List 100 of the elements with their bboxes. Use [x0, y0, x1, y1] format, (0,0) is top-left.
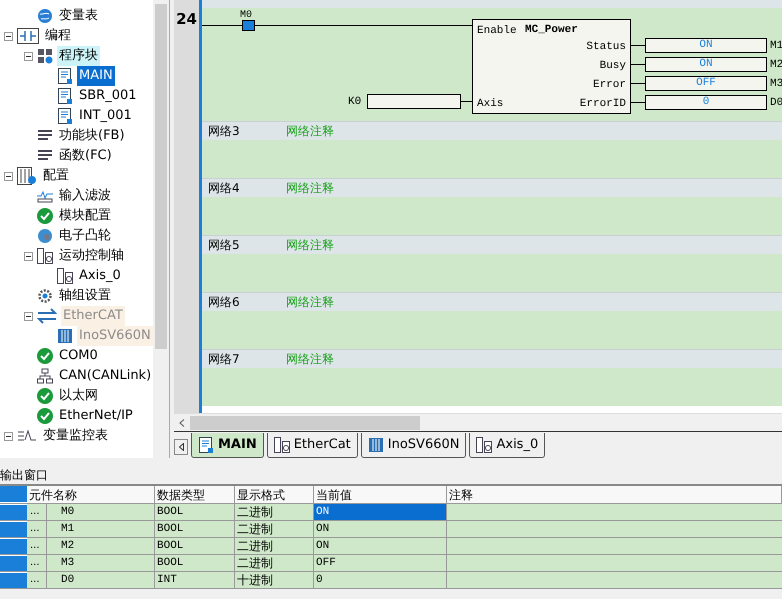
check-icon — [37, 388, 53, 404]
more-button[interactable]: ... — [27, 555, 47, 571]
blocks-icon — [37, 48, 53, 64]
tree-item[interactable]: 电子凸轮 — [57, 226, 113, 246]
table-cell[interactable]: ON — [314, 538, 447, 554]
column-header[interactable]: 元件名称 — [27, 486, 155, 503]
tab-scroll-button[interactable] — [174, 439, 188, 455]
tree-item[interactable]: 配置 — [41, 166, 71, 186]
table-cell[interactable]: OFF — [314, 555, 447, 571]
row-marker[interactable] — [0, 486, 27, 503]
motor-icon — [274, 437, 290, 453]
column-header[interactable]: 注释 — [447, 486, 782, 503]
pin-label: ErrorID — [580, 97, 626, 112]
tree-item[interactable]: COM0 — [57, 346, 100, 366]
caret-icon — [178, 443, 184, 451]
scrollbar[interactable] — [190, 416, 420, 430]
column-header[interactable]: 数据类型 — [155, 486, 235, 503]
tree-item[interactable]: SBR_001 — [77, 86, 139, 106]
editor-tab[interactable]: Axis_0 — [469, 433, 546, 458]
tree-item[interactable]: 编程 — [43, 26, 73, 46]
more-button[interactable]: ... — [27, 538, 47, 554]
collapse-toggle[interactable] — [24, 52, 33, 60]
column-header[interactable]: 当前值 — [314, 486, 447, 503]
panel-title: 输出窗口 — [0, 467, 49, 484]
table-cell[interactable]: ON — [314, 504, 447, 520]
network-title: 网络6 — [207, 294, 241, 311]
row-marker[interactable] — [0, 538, 27, 554]
table-cell-text: M0 — [60, 505, 74, 520]
collapse-toggle[interactable] — [24, 252, 33, 260]
pin-label: Enable — [477, 24, 517, 39]
tree-item[interactable]: 变量监控表 — [41, 426, 110, 446]
gear-icon — [37, 288, 53, 304]
ladder-icon — [17, 28, 39, 44]
table-cell: BOOL — [155, 521, 235, 537]
table-cell: 二进制 — [235, 521, 314, 537]
tree-item[interactable]: Axis_0 — [77, 266, 123, 286]
table-cell: 十进制 — [235, 572, 314, 588]
tree-item[interactable]: CAN(CANLink) — [57, 366, 153, 386]
table-cell-text: M1 — [60, 522, 74, 537]
tree-item[interactable]: INT_001 — [77, 106, 134, 126]
network-comment: 网络注释 — [286, 351, 334, 368]
document-icon — [57, 68, 73, 84]
tree-item[interactable]: EtherNet/IP — [57, 406, 135, 426]
table-cell[interactable]: 0 — [314, 572, 447, 588]
network-title: 网络4 — [207, 180, 241, 197]
editor-tab[interactable]: EtherCat — [266, 433, 358, 458]
table-cell: BOOL — [155, 538, 235, 554]
tree-item[interactable]: 变量表 — [57, 6, 100, 26]
sliders-icon — [17, 167, 37, 185]
pin-label: Busy — [600, 59, 626, 74]
collapse-toggle[interactable] — [4, 432, 13, 440]
line-number: 24 — [176, 9, 197, 28]
editor-tab[interactable]: MAIN — [191, 433, 264, 458]
table-cell[interactable]: ON — [314, 521, 447, 537]
more-button[interactable]: ... — [27, 504, 47, 520]
more-button[interactable]: ... — [27, 572, 47, 588]
table-cell-text: M2 — [60, 539, 74, 554]
tree-item[interactable]: MAIN — [77, 66, 115, 86]
contact-label: M0 — [240, 9, 252, 23]
network-comment: 网络注释 — [286, 123, 334, 140]
editor-tab[interactable]: InoSV660N — [360, 433, 466, 458]
block-name: MC_Power — [525, 23, 578, 38]
tree-item[interactable]: 以太网 — [57, 386, 100, 406]
wave-icon — [37, 188, 53, 204]
tree-item[interactable]: 函数(FC) — [57, 146, 114, 166]
collapse-toggle[interactable] — [4, 32, 13, 40]
network-title: 网络3 — [207, 123, 241, 140]
pin-label: Axis — [477, 97, 504, 112]
table-cell: 二进制 — [235, 538, 314, 554]
table-cell-text: D0 — [60, 573, 74, 588]
tree-item[interactable]: 程序块 — [57, 46, 100, 66]
tree-item[interactable]: 运动控制轴 — [57, 246, 126, 266]
row-marker[interactable] — [0, 504, 27, 520]
variable-label: K0 — [348, 95, 362, 110]
network-title: 网络7 — [207, 351, 241, 368]
document-icon — [198, 437, 214, 453]
input-field[interactable] — [367, 94, 461, 109]
network-comment: 网络注释 — [286, 180, 334, 197]
drive-icon — [368, 437, 384, 453]
motor-icon — [476, 437, 492, 453]
cam-icon — [37, 228, 53, 244]
table-cell: BOOL — [155, 504, 235, 520]
tree-item[interactable]: 轴组设置 — [57, 286, 113, 306]
check-icon — [37, 348, 53, 364]
more-button[interactable]: ... — [27, 521, 47, 537]
row-marker[interactable] — [0, 572, 27, 588]
tree-item[interactable]: 模块配置 — [57, 206, 113, 226]
column-header[interactable]: 显示格式 — [235, 486, 314, 503]
output-value: 0 — [645, 95, 767, 110]
scroll-left-icon[interactable] — [179, 418, 185, 426]
collapse-toggle[interactable] — [4, 172, 13, 180]
tree-item[interactable]: 功能块(FB) — [57, 126, 127, 146]
scrollbar[interactable] — [153, 0, 169, 458]
row-marker[interactable] — [0, 521, 27, 537]
contact[interactable] — [242, 20, 255, 31]
globe-icon — [37, 8, 53, 24]
table-cell: 二进制 — [235, 555, 314, 571]
row-marker[interactable] — [0, 555, 27, 571]
pin-label: Error — [592, 78, 626, 93]
tree-item[interactable]: 输入滤波 — [57, 186, 113, 206]
